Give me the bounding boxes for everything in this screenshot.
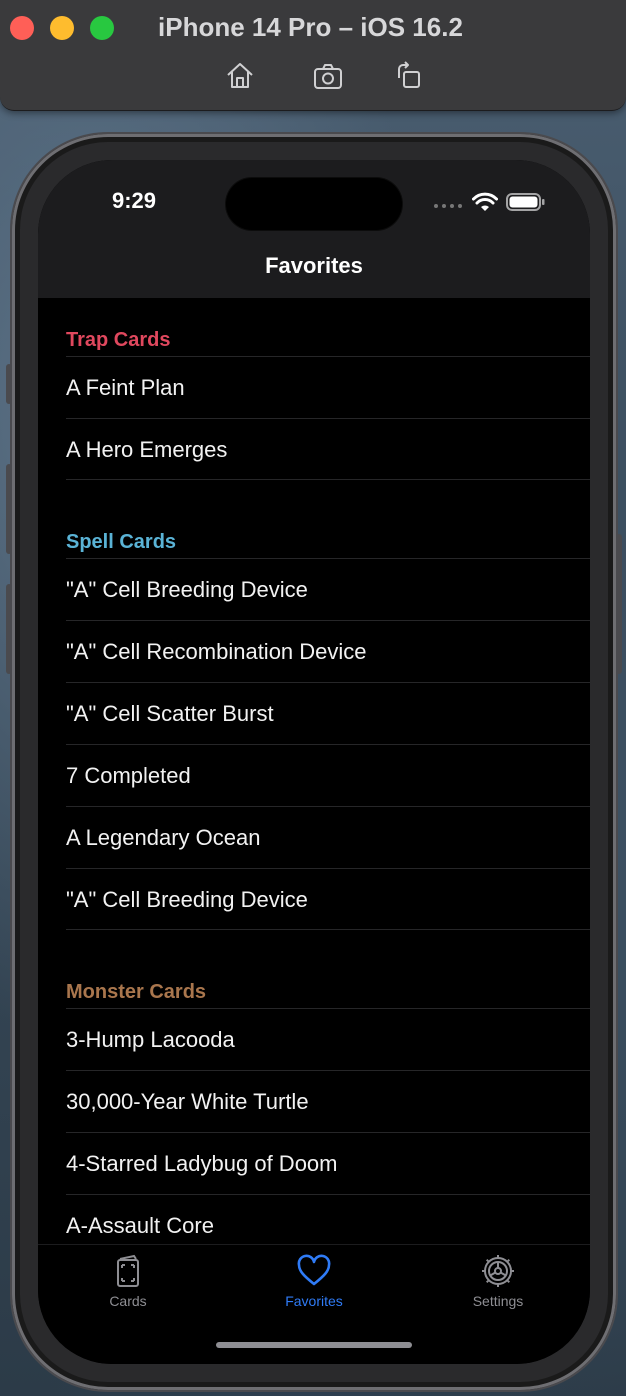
list-item[interactable]: "A" Cell Scatter Burst <box>66 682 590 744</box>
section-header: Spell Cards <box>66 531 177 553</box>
wifi-icon <box>472 192 498 211</box>
tab-favorites[interactable]: Favorites <box>254 1253 374 1309</box>
heart-icon <box>297 1254 331 1286</box>
list-item[interactable]: "A" Cell Recombination Device <box>66 620 590 682</box>
list-item[interactable]: A Hero Emerges <box>66 418 590 480</box>
mute-switch <box>6 364 12 404</box>
list-item[interactable]: A Feint Plan <box>66 356 590 418</box>
list-item[interactable]: 4-Starred Ladybug of Doom <box>66 1132 590 1194</box>
list-item[interactable]: 3-Hump Lacooda <box>66 1008 590 1070</box>
zoom-window-button[interactable] <box>90 16 114 40</box>
tab-cards[interactable]: Cards <box>68 1253 188 1309</box>
home-button[interactable] <box>222 58 258 94</box>
cellular-signal-icon <box>434 204 462 208</box>
home-indicator <box>216 1342 412 1348</box>
power-button <box>616 534 622 674</box>
list-item[interactable]: "A" Cell Breeding Device <box>66 868 590 930</box>
favorites-list: Trap Cards A Feint Plan A Hero Emerges Spel… <box>38 298 590 1256</box>
rotate-button[interactable] <box>390 58 426 94</box>
tab-settings[interactable]: Settings <box>438 1253 558 1309</box>
simulator-titlebar: iPhone 14 Pro – iOS 16.2 <box>0 0 626 111</box>
list-item[interactable]: "A" Cell Breeding Device <box>66 558 590 620</box>
volume-up-button <box>6 464 12 554</box>
screenshot-button[interactable] <box>310 58 346 94</box>
dynamic-island <box>226 178 402 230</box>
list-item[interactable]: 30,000-Year White Turtle <box>66 1070 590 1132</box>
gear-icon <box>482 1255 514 1287</box>
tab-favorites-label: Favorites <box>285 1293 343 1309</box>
close-window-button[interactable] <box>10 16 34 40</box>
home-icon <box>227 63 253 88</box>
minimize-window-button[interactable] <box>50 16 74 40</box>
tab-settings-label: Settings <box>472 1293 524 1309</box>
list-item[interactable]: A Legendary Ocean <box>66 806 590 868</box>
list-item[interactable]: 7 Completed <box>66 744 590 806</box>
iphone-frame: Favorites 9:29 Trap Cards A Feint Plan A H… <box>6 134 622 1390</box>
section-header: Trap Cards <box>66 329 171 351</box>
cards-icon <box>117 1254 139 1287</box>
tab-cards-label: Cards <box>109 1293 147 1309</box>
volume-down-button <box>6 584 12 674</box>
rotate-icon <box>398 61 420 88</box>
simulator-title: iPhone 14 Pro – iOS 16.2 <box>158 12 463 42</box>
status-time: 9:29 <box>112 188 157 213</box>
battery-icon <box>506 193 545 211</box>
section-header: Monster Cards <box>66 981 207 1003</box>
screenshot-icon <box>314 64 342 89</box>
page-title: Favorites <box>265 253 363 278</box>
phone-screen: Favorites 9:29 Trap Cards A Feint Plan A H… <box>38 160 590 1364</box>
